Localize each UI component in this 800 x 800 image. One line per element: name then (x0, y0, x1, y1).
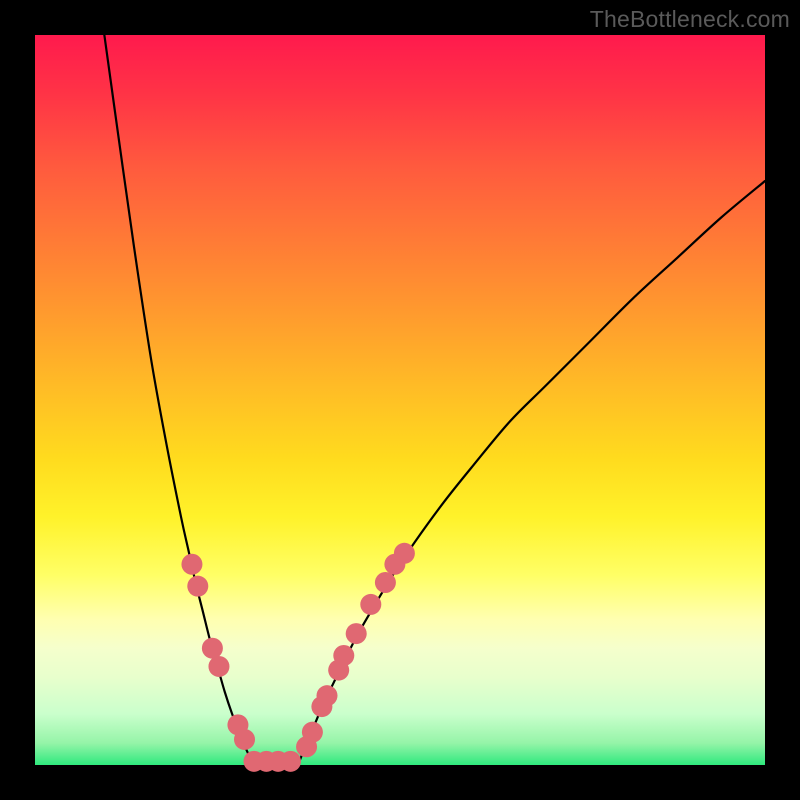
chart-marker (317, 685, 338, 706)
curve-right-curve (298, 181, 765, 765)
watermark-text: TheBottleneck.com (590, 6, 790, 33)
markers-group (181, 543, 414, 772)
chart-marker (333, 645, 354, 666)
chart-marker (346, 623, 367, 644)
chart-marker (202, 638, 223, 659)
chart-marker (360, 594, 381, 615)
curves-group (104, 35, 765, 765)
chart-marker (234, 729, 255, 750)
chart-marker (280, 751, 301, 772)
chart-marker (187, 576, 208, 597)
chart-marker (302, 722, 323, 743)
chart-marker (208, 656, 229, 677)
chart-marker (394, 543, 415, 564)
chart-plot-area (35, 35, 765, 765)
curve-left-curve (104, 35, 254, 765)
chart-overlay-svg (35, 35, 765, 765)
chart-marker (375, 572, 396, 593)
chart-marker (181, 554, 202, 575)
chart-frame: TheBottleneck.com (0, 0, 800, 800)
